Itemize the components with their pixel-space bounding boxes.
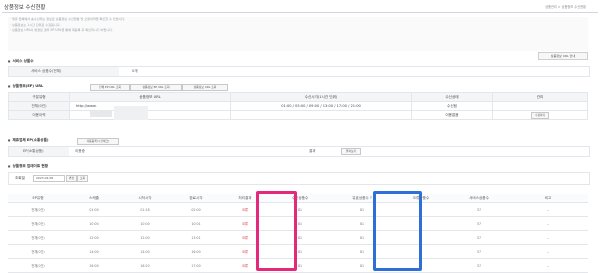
service-row: 서비스 상품수(전체) 0개 [8, 66, 590, 77]
cell-schedule: 10:00 [68, 216, 120, 231]
ep-upload-label-cell: EP(소통상품) [9, 147, 69, 156]
guide-button[interactable]: 상품정보 URL 안내 [538, 52, 588, 60]
table-header: 구분유형 상품정보 URL 수신시각(1시간 단위) 수신상태 관리 [8, 92, 588, 102]
search-button[interactable]: 조회 [77, 175, 88, 182]
cell-schedule: 14:00 [68, 244, 120, 259]
cell-note: -- [508, 244, 588, 259]
cell-end: 10:01 [170, 216, 222, 231]
service-value: 0개 [132, 69, 138, 73]
breadcrumb: 상품관리 > 상품정보 수신현황 [545, 5, 586, 9]
cell-time [230, 110, 412, 120]
cell-type: 전체(0건) [8, 101, 70, 111]
ep-tab-all[interactable]: 전체 EP URL 조회 [90, 84, 130, 91]
title-divider [2, 12, 598, 13]
col-note: 비고 [508, 194, 588, 203]
col-type: 구분유형 [8, 92, 70, 102]
redacted-block [90, 110, 112, 117]
ep-upload-row: EP(소통상품) 이용중 결과 결과보기 [8, 146, 590, 157]
cell-service: 57 [450, 244, 508, 259]
service-label-cell: 서비스 상품수(전체) [9, 67, 119, 76]
cell-schedule: 12:00 [68, 230, 120, 245]
cell-start: 12:00 [120, 230, 170, 245]
ep-upload-heading: 제휴업체 EP(소통상품) [8, 138, 48, 143]
cell-end: 13:01 [170, 230, 222, 245]
cell-schedule: 16:00 [68, 258, 120, 273]
url-text: http://www. [76, 104, 97, 108]
service-label: 서비스 상품수(전체) [31, 69, 62, 73]
cell-ep-type: 전체(0건) [8, 216, 68, 231]
ep-tab-url[interactable]: 상품정보 URL 조회 [182, 84, 228, 91]
col-service: 서비스상품수 [450, 194, 508, 203]
date-filter-row: 조회일 2023.02.08 변경 조회 [8, 172, 590, 185]
cell-service: 57 [450, 230, 508, 245]
auto-register-chip[interactable]: 자동등록(수신체크) [77, 138, 119, 145]
col-schedule: 스케줄 [68, 194, 120, 203]
table-row: 전체(0건) 01:00 01:18 02:00 오류 81 81 0 57 -… [8, 202, 588, 217]
cell-type: 이용이력 [8, 110, 70, 120]
table-row: 전체(0건) 10:00 10:00 10:01 오류 81 81 0 57 -… [8, 216, 588, 231]
cell-ep-type: 전체(0건) [8, 202, 68, 217]
cell-note: -- [508, 216, 588, 231]
cell-service: 57 [450, 202, 508, 217]
cell-ep-type: 전체(0건) [8, 244, 68, 259]
col-url: 상품정보 URL [69, 92, 231, 102]
cell-time: 01:00 / 05:00 / 09:00 / 13:00 / 17:00 / … [230, 101, 412, 111]
table-header: EP유형 스케줄 시작시각 완료시각 처리결과 수신상품수 유효상품수 ? 오류… [8, 194, 588, 203]
cell-manage: 수정하기 [492, 110, 588, 120]
table-row: 전체(0건) 14:00 14:00 16:00 오류 81 81 0 57 -… [8, 244, 588, 259]
ep-url-heading: 상품정보(EP) URL [8, 84, 43, 89]
col-status: 수신상태 [411, 92, 493, 102]
result-button[interactable]: 결과보기 [341, 148, 361, 155]
col-ep-type: EP유형 [8, 194, 68, 203]
cell-note: -- [508, 258, 588, 273]
cell-status: 수신됨 [411, 101, 493, 111]
guide-box: · 제휴 업체에서 송수신하는 정보로 상품정보 수신현황 및 오류내역을 확인… [8, 17, 588, 51]
cell-note: -- [508, 230, 588, 245]
service-heading: 서비스 상품수 [8, 59, 33, 64]
cell-end: 16:00 [170, 244, 222, 259]
cell-start: 14:00 [120, 244, 170, 259]
cell-manage [492, 101, 588, 111]
cell-ep-type: 전체(0건) [8, 258, 68, 273]
col-end: 완료시각 [170, 194, 222, 203]
col-manage: 관리 [492, 92, 588, 102]
valid-column-highlight [373, 191, 422, 271]
history-heading: 상품정보 업데이트 현황 [8, 164, 48, 169]
cell-schedule: 01:00 [68, 202, 120, 217]
col-start: 시작시각 [120, 194, 170, 203]
ep-upload-value: 이용중 [75, 149, 85, 153]
redacted-block [114, 106, 148, 120]
ep-tab-product[interactable]: 상품정보 EP URL 조회 [130, 84, 182, 91]
date-input[interactable]: 2023.02.08 [33, 175, 65, 182]
history-table: EP유형 스케줄 시작시각 완료시각 처리결과 수신상품수 유효상품수 ? 오류… [8, 194, 588, 273]
change-button[interactable]: 변경 [66, 175, 77, 182]
cell-start: 01:18 [120, 202, 170, 217]
cell-service: 57 [450, 258, 508, 273]
guide-line: · 상품정보 URL이 변경된 경우 EP URL을 통해 재등록 후 확인하시… [10, 28, 113, 33]
cell-ep-type: 전체(0건) [8, 230, 68, 245]
table-row: 전체(0건) 12:00 12:00 13:01 오류 81 81 0 57 -… [8, 230, 588, 245]
cell-end: 02:00 [170, 202, 222, 217]
cell-status: 이용없음 [411, 110, 493, 120]
col-time: 수신시각(1시간 단위) [230, 92, 412, 102]
result-column-highlight [256, 191, 297, 271]
page-title: 상품정보 수신현황 [4, 5, 46, 11]
cell-end: 17:00 [170, 258, 222, 273]
cell-start: 16:20 [120, 258, 170, 273]
ep-upload-label: EP(소통상품) [23, 149, 44, 153]
cell-start: 10:00 [120, 216, 170, 231]
cell-note: -- [508, 202, 588, 217]
cell-service: 57 [450, 216, 508, 231]
ep-upload-label2: 결과 [309, 149, 316, 153]
table-row: 전체(0건) 16:00 16:20 17:00 오류 81 81 0 57 -… [8, 258, 588, 273]
edit-button[interactable]: 수정하기 [530, 111, 550, 119]
date-label: 조회일 [15, 176, 25, 180]
